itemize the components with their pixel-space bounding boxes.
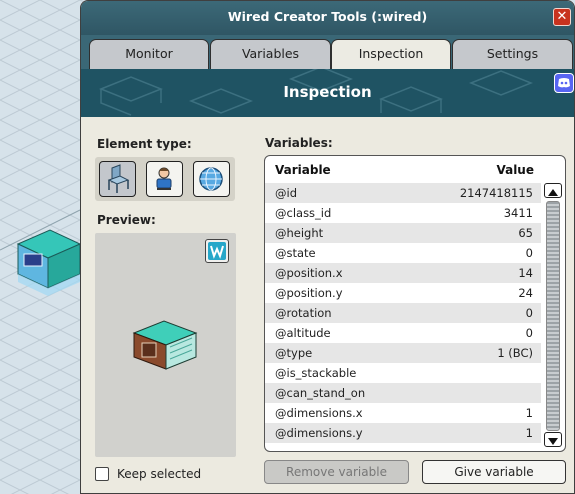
element-type-label: Element type:: [97, 137, 192, 151]
element-type-furni-button[interactable]: [99, 161, 136, 197]
variable-name: @altitude: [275, 326, 331, 340]
variable-name: @id: [275, 186, 297, 200]
variable-rows: @id 2147418115 @class_id 3411 @height 65 @s…: [265, 183, 541, 443]
wired-icon: [208, 242, 226, 260]
wired-toggle-button[interactable]: [205, 239, 229, 263]
user-avatar-icon: [156, 167, 172, 190]
column-header-variable: Variable: [275, 163, 331, 177]
table-row[interactable]: @rotation 0: [265, 303, 541, 323]
table-row[interactable]: @position.x 14: [265, 263, 541, 283]
variable-value: 1 (BC): [497, 346, 533, 360]
banner-heading: Inspection: [283, 83, 372, 101]
variable-name: @position.x: [275, 266, 343, 280]
variable-value: 1: [525, 426, 533, 440]
column-header-value: Value: [496, 163, 534, 177]
variable-value: 2147418115: [459, 186, 533, 200]
close-button[interactable]: ✕: [553, 8, 571, 26]
tab-bar: Monitor Variables Inspection Settings: [81, 35, 574, 69]
table-row[interactable]: @can_stand_on: [265, 383, 541, 403]
variable-name: @dimensions.x: [275, 406, 363, 420]
variable-value: 14: [518, 266, 533, 280]
variable-name: @class_id: [275, 206, 332, 220]
give-variable-button[interactable]: Give variable: [422, 460, 566, 484]
room-furni-icon[interactable]: [14, 226, 84, 296]
table-row[interactable]: @altitude 0: [265, 323, 541, 343]
element-type-user-button[interactable]: [146, 161, 183, 197]
tab-monitor[interactable]: Monitor: [89, 39, 209, 69]
variables-table: Variable Value @id 2147418115 @class_id 34…: [264, 155, 566, 452]
discord-button[interactable]: [554, 73, 574, 93]
variable-name: @type: [275, 346, 313, 360]
arrow-up-icon: [548, 189, 558, 196]
variables-scrollbar[interactable]: [544, 183, 562, 447]
variables-label: Variables:: [265, 136, 333, 150]
element-type-selector: [95, 157, 235, 201]
table-row[interactable]: @is_stackable: [265, 363, 541, 383]
tab-inspection[interactable]: Inspection: [331, 39, 451, 69]
scrollbar-thumb[interactable]: [546, 201, 560, 431]
tab-variables[interactable]: Variables: [210, 39, 331, 69]
variable-value: 0: [525, 326, 533, 340]
wired-creator-tools-window: Wired Creator Tools (:wired) ✕ Monitor V…: [80, 0, 575, 494]
remove-variable-button[interactable]: Remove variable: [264, 460, 409, 484]
table-row[interactable]: @dimensions.x 1: [265, 403, 541, 423]
preview-area: [95, 233, 236, 457]
variable-name: @can_stand_on: [275, 386, 366, 400]
table-row[interactable]: @position.y 24: [265, 283, 541, 303]
arrow-down-icon: [548, 438, 558, 445]
chair-furni-icon: [107, 164, 130, 193]
keep-selected-label: Keep selected: [117, 467, 202, 481]
variable-value: 65: [518, 226, 533, 240]
discord-icon: [558, 78, 570, 88]
scroll-up-button[interactable]: [544, 183, 562, 198]
variable-value: 3411: [503, 206, 533, 220]
window-title: Wired Creator Tools (:wired): [227, 9, 428, 24]
variable-name: @dimensions.y: [275, 426, 363, 440]
table-row[interactable]: @dimensions.y 1: [265, 423, 541, 443]
scroll-down-button[interactable]: [544, 432, 562, 447]
variable-value: 1: [525, 406, 533, 420]
variable-name: @height: [275, 226, 324, 240]
table-row[interactable]: @height 65: [265, 223, 541, 243]
globe-room-icon: [199, 167, 223, 191]
variable-name: @rotation: [275, 306, 332, 320]
preview-label: Preview:: [97, 213, 156, 227]
element-type-room-button[interactable]: [193, 161, 230, 197]
variable-value: 0: [525, 306, 533, 320]
furni-preview-icon: [132, 320, 198, 370]
tab-settings[interactable]: Settings: [452, 39, 573, 69]
table-row[interactable]: @class_id 3411: [265, 203, 541, 223]
variable-value: 24: [518, 286, 533, 300]
window-titlebar[interactable]: Wired Creator Tools (:wired) ✕: [81, 1, 574, 35]
table-row[interactable]: @state 0: [265, 243, 541, 263]
keep-selected-checkbox[interactable]: [95, 467, 109, 481]
inspection-banner: Inspection: [81, 69, 574, 117]
variable-name: @is_stackable: [275, 366, 357, 380]
table-row[interactable]: @type 1 (BC): [265, 343, 541, 363]
variable-value: 0: [525, 246, 533, 260]
variable-name: @state: [275, 246, 316, 260]
table-header: Variable Value: [265, 156, 565, 182]
variable-name: @position.y: [275, 286, 343, 300]
table-row[interactable]: @id 2147418115: [265, 183, 541, 203]
